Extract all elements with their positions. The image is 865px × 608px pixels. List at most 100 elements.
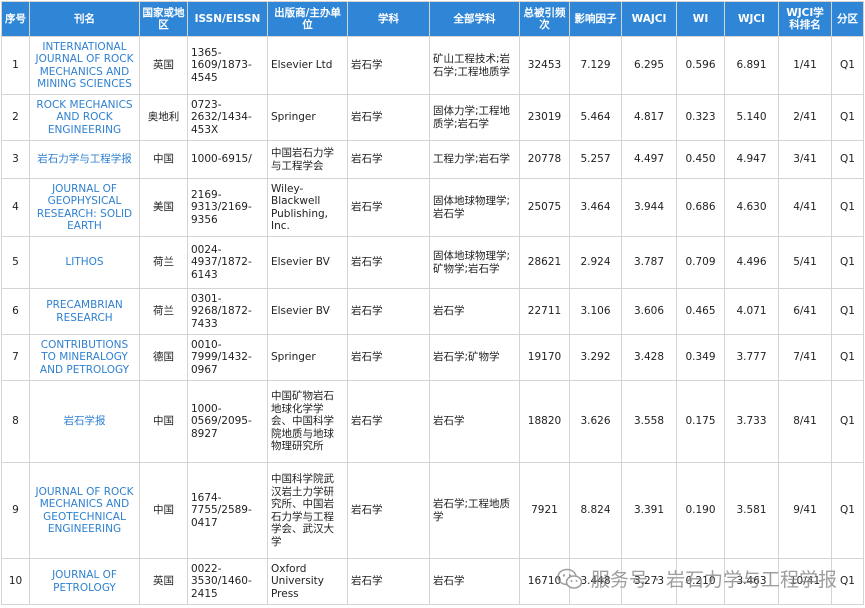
publisher-cell: Elsevier Ltd: [267, 36, 348, 95]
subject-cell: 岩石学: [347, 334, 430, 381]
table-row: 1 INTERNATIONAL JOURNAL OF ROCK MECHANICS…: [1, 36, 864, 95]
row-number: 5: [1, 236, 30, 289]
publisher-cell: 中国科学院武汉岩土力学研究所、中国岩石力学与工程学会、武汉大学: [267, 462, 348, 559]
all-subjects-cell: 岩石学: [429, 380, 520, 463]
country-cell: 德国: [139, 334, 188, 381]
wjci-cell: 4.071: [724, 288, 779, 335]
subject-cell: 岩石学: [347, 558, 430, 605]
column-header: WJCI学科排名: [778, 1, 832, 37]
wajci-cell: 6.295: [621, 36, 677, 95]
impact-factor-cell: 3.464: [569, 178, 622, 237]
publisher-cell: Oxford University Press: [267, 558, 348, 605]
wjci-rank-cell: 2/41: [778, 94, 832, 141]
journal-name-cell: LITHOS: [29, 236, 140, 289]
wajci-cell: 3.391: [621, 462, 677, 559]
wjci-rank-cell: 9/41: [778, 462, 832, 559]
country-cell: 中国: [139, 140, 188, 179]
subject-cell: 岩石学: [347, 36, 430, 95]
total-citations-cell: 23019: [519, 94, 570, 141]
wjci-rank-cell: 8/41: [778, 380, 832, 463]
all-subjects-cell: 岩石学;工程地质学: [429, 462, 520, 559]
wi-cell: 0.349: [676, 334, 725, 381]
wi-cell: 0.175: [676, 380, 725, 463]
wajci-cell: 3.606: [621, 288, 677, 335]
subject-cell: 岩石学: [347, 236, 430, 289]
column-header: 分区: [831, 1, 864, 37]
journal-name-link[interactable]: INTERNATIONAL JOURNAL OF ROCK MECHANICS …: [36, 41, 134, 91]
journal-name-link[interactable]: LITHOS: [65, 256, 103, 268]
total-citations-cell: 19170: [519, 334, 570, 381]
wjci-cell: 4.630: [724, 178, 779, 237]
journal-name-link[interactable]: CONTRIBUTIONS TO MINERALOGY AND PETROLOG…: [40, 339, 129, 376]
subject-cell: 岩石学: [347, 380, 430, 463]
wi-cell: 0.465: [676, 288, 725, 335]
impact-factor-cell: 3.292: [569, 334, 622, 381]
journal-name-link[interactable]: PRECAMBRIAN RESEARCH: [46, 299, 122, 324]
journal-name-cell: 岩石力学与工程学报: [29, 140, 140, 179]
total-citations-cell: 25075: [519, 178, 570, 237]
wi-cell: 0.709: [676, 236, 725, 289]
column-header: 刊名: [29, 1, 140, 37]
publisher-cell: Springer: [267, 334, 348, 381]
quartile-cell: Q1: [831, 236, 864, 289]
journal-name-link[interactable]: 岩石力学与工程学报: [37, 153, 132, 165]
journal-name-link[interactable]: ROCK MECHANICS AND ROCK ENGINEERING: [36, 99, 132, 136]
table-row: 5 LITHOS 荷兰 0024-4937/1872-6143 Elsevier BV 岩…: [1, 236, 864, 289]
country-cell: 中国: [139, 462, 188, 559]
column-header: WJCI: [724, 1, 779, 37]
country-cell: 英国: [139, 558, 188, 605]
wajci-cell: 3.428: [621, 334, 677, 381]
all-subjects-cell: 岩石学: [429, 558, 520, 605]
column-header: 学科: [347, 1, 430, 37]
issn-cell: 1000-6915/: [187, 140, 268, 179]
total-citations-cell: 28621: [519, 236, 570, 289]
wajci-cell: 3.558: [621, 380, 677, 463]
journal-name-link[interactable]: JOURNAL OF GEOPHYSICAL RESEARCH: SOLID E…: [37, 183, 132, 233]
wjci-cell: 3.777: [724, 334, 779, 381]
all-subjects-cell: 固体地球物理学;岩石学: [429, 178, 520, 237]
publisher-cell: 中国岩石力学与工程学会: [267, 140, 348, 179]
journal-name-link[interactable]: JOURNAL OF ROCK MECHANICS AND GEOTECHNIC…: [36, 486, 134, 536]
publisher-cell: 中国矿物岩石地球化学学会、中国科学院地质与地球物理研究所: [267, 380, 348, 463]
wi-cell: 0.210: [676, 558, 725, 605]
impact-factor-cell: 5.464: [569, 94, 622, 141]
publisher-cell: Springer: [267, 94, 348, 141]
table-row: 6 PRECAMBRIAN RESEARCH 荷兰 0301-9268/1872-74…: [1, 288, 864, 335]
wajci-cell: 3.787: [621, 236, 677, 289]
impact-factor-cell: 2.924: [569, 236, 622, 289]
column-header: WAJCI: [621, 1, 677, 37]
journal-name-link[interactable]: JOURNAL OF PETROLOGY: [52, 569, 117, 594]
column-header: 出版商/主办单位: [267, 1, 348, 37]
wajci-cell: 4.497: [621, 140, 677, 179]
quartile-cell: Q1: [831, 380, 864, 463]
subject-cell: 岩石学: [347, 288, 430, 335]
table-header-row: 序号 刊名 国家或地区 ISSN/EISSN 出版商/主办单位 学科 全部学科 总被引频次 影响…: [1, 1, 864, 37]
total-citations-cell: 22711: [519, 288, 570, 335]
all-subjects-cell: 工程力学;岩石学: [429, 140, 520, 179]
row-number: 8: [1, 380, 30, 463]
country-cell: 荷兰: [139, 236, 188, 289]
issn-cell: 0022-3530/1460-2415: [187, 558, 268, 605]
quartile-cell: Q1: [831, 558, 864, 605]
row-number: 6: [1, 288, 30, 335]
table-row: 7 CONTRIBUTIONS TO MINERALOGY AND PETROLO…: [1, 334, 864, 381]
journal-name-link[interactable]: 岩石学报: [64, 415, 106, 427]
all-subjects-cell: 固体地球物理学;矿物学;岩石学: [429, 236, 520, 289]
wjci-cell: 6.891: [724, 36, 779, 95]
row-number: 3: [1, 140, 30, 179]
wjci-rank-cell: 10/41: [778, 558, 832, 605]
wi-cell: 0.190: [676, 462, 725, 559]
row-number: 2: [1, 94, 30, 141]
subject-cell: 岩石学: [347, 140, 430, 179]
table-row: 2 ROCK MECHANICS AND ROCK ENGINEERING 奥地利 0…: [1, 94, 864, 141]
total-citations-cell: 16710: [519, 558, 570, 605]
journal-table: 序号 刊名 国家或地区 ISSN/EISSN 出版商/主办单位 学科 全部学科 总被引频次 影响…: [1, 1, 864, 605]
quartile-cell: Q1: [831, 288, 864, 335]
all-subjects-cell: 固体力学;工程地质学;岩石学: [429, 94, 520, 141]
all-subjects-cell: 矿山工程技术;岩石学;工程地质学: [429, 36, 520, 95]
wjci-cell: 3.581: [724, 462, 779, 559]
subject-cell: 岩石学: [347, 94, 430, 141]
quartile-cell: Q1: [831, 36, 864, 95]
country-cell: 中国: [139, 380, 188, 463]
column-header: 总被引频次: [519, 1, 570, 37]
